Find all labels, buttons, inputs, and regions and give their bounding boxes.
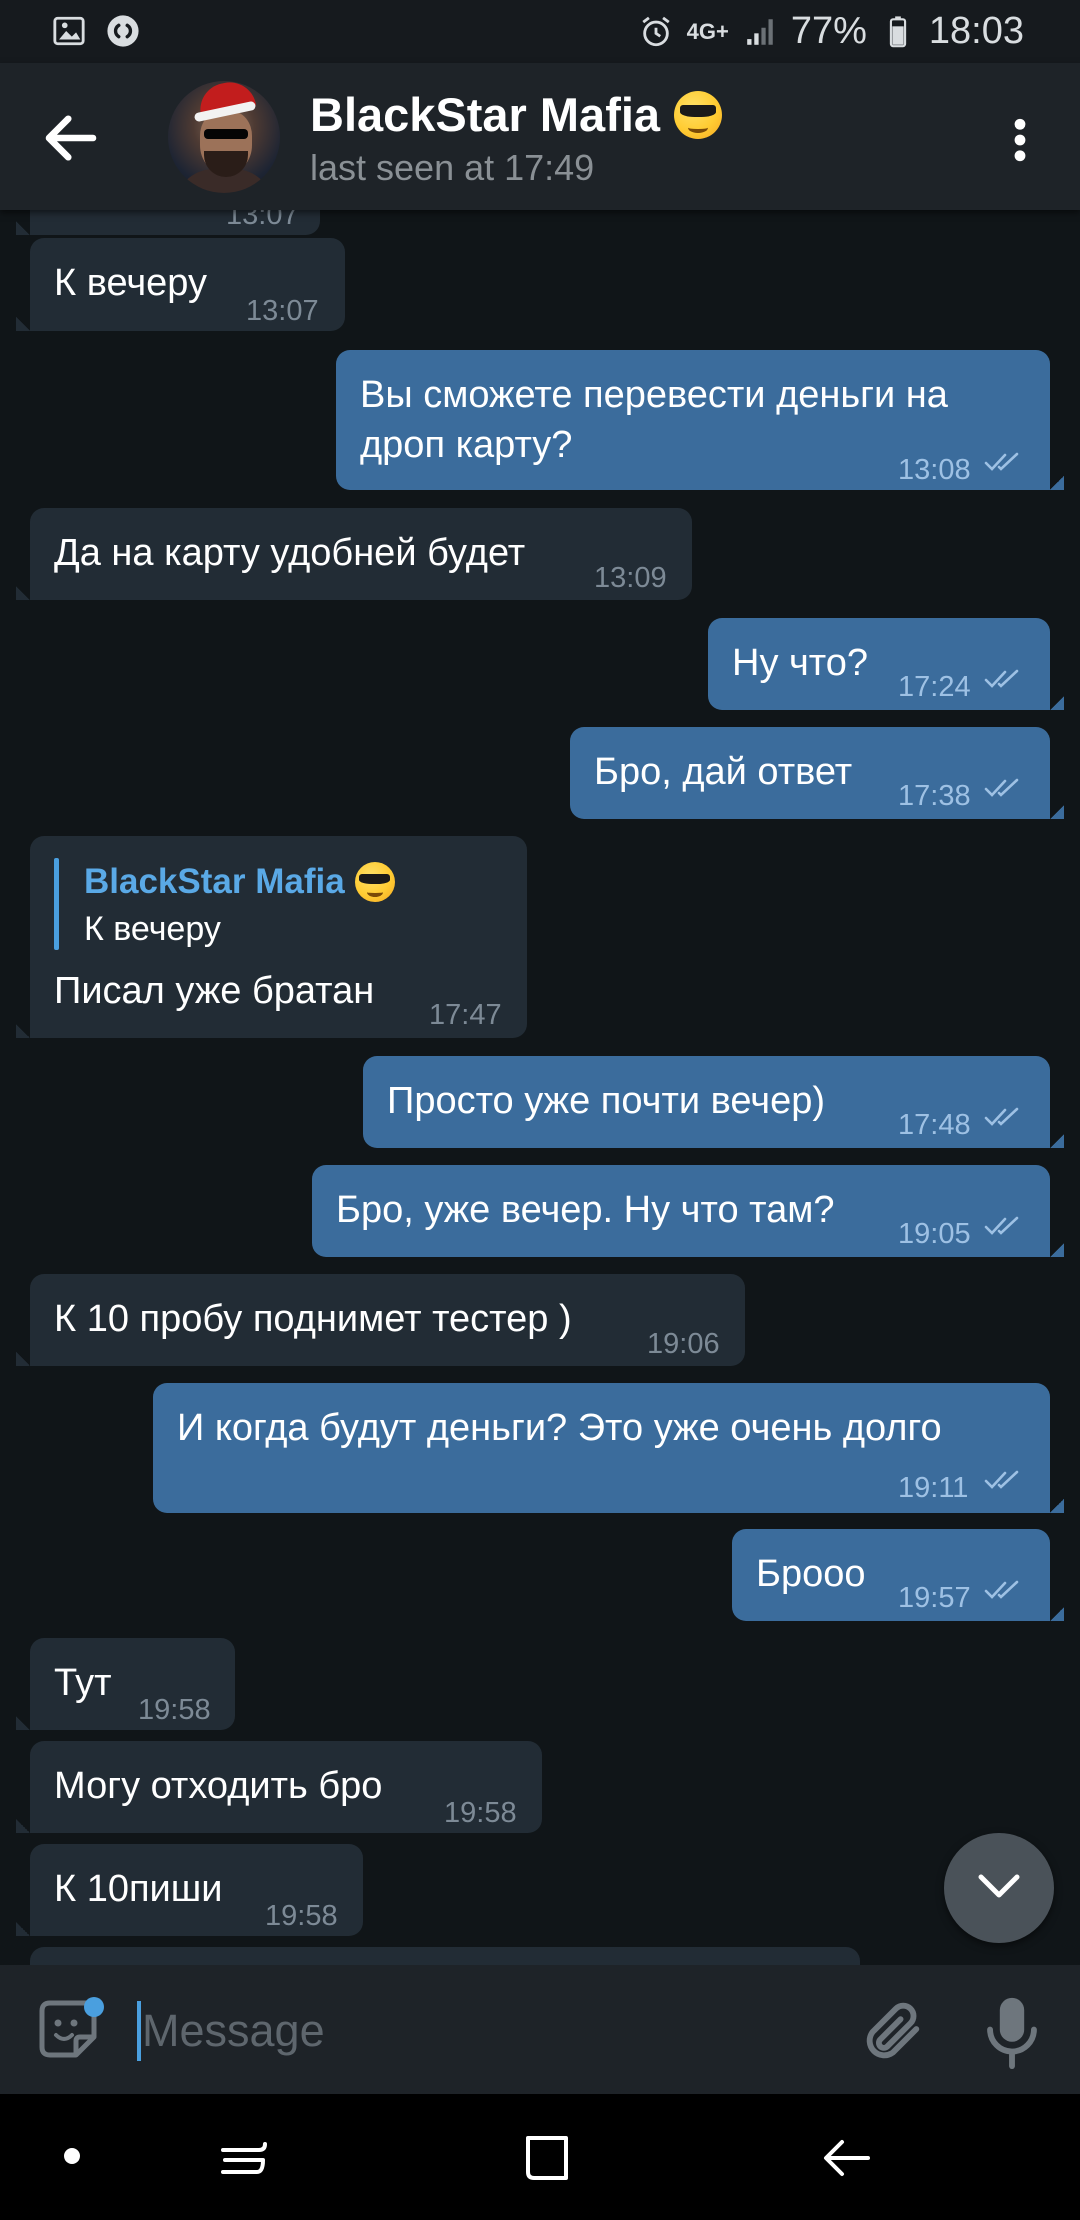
message-outgoing[interactable]: Брооо 19:57: [732, 1529, 1064, 1621]
message-time: 19:06: [647, 1328, 720, 1360]
chat-title[interactable]: BlackStar Mafia: [310, 87, 723, 142]
reply-author: BlackStar Mafia: [84, 856, 395, 907]
message-text: Вы сможете перевести деньги на: [360, 374, 948, 416]
microphone-icon[interactable]: [982, 1993, 1042, 2071]
message-outgoing[interactable]: Ну что? 17:24: [708, 618, 1064, 710]
scroll-down-button[interactable]: [944, 1833, 1054, 1943]
chevron-down-icon: [978, 1874, 1020, 1898]
message-time: 13:09: [594, 562, 667, 594]
message-text: Брооо: [756, 1553, 866, 1595]
message-incoming[interactable]: [30, 1947, 860, 1965]
contact-name: BlackStar Mafia: [310, 88, 661, 141]
message-incoming[interactable]: Могу отходить бро 19:58: [16, 1741, 542, 1833]
message-time: 13:07: [246, 295, 319, 327]
read-ticks-icon: [984, 1107, 1019, 1126]
nav-dot-icon[interactable]: [64, 2148, 80, 2164]
message-outgoing[interactable]: Бро, уже вечер. Ну что там? 19:05: [312, 1165, 1064, 1257]
message-text: Тут: [54, 1662, 112, 1704]
message-list[interactable]: 13:07 К вечеру 13:07 Вы сможете перевест…: [0, 210, 1080, 1965]
read-ticks-icon: [984, 1470, 1019, 1489]
message-text: дроп карту?: [360, 424, 573, 466]
message-incoming[interactable]: К 10 пробу поднимет тестер ) 19:06: [16, 1274, 745, 1366]
message-text: К 10пиши: [54, 1868, 223, 1910]
message-time: 19:58: [444, 1797, 517, 1829]
system-navigation-bar: [0, 2094, 1080, 2220]
message-text: Могу отходить бро: [54, 1765, 383, 1807]
back-arrow-icon[interactable]: [38, 105, 104, 171]
message-incoming[interactable]: 13:07: [16, 210, 320, 235]
message-outgoing[interactable]: Бро, дай ответ 17:38: [570, 727, 1064, 819]
sunglasses-emoji: [354, 861, 395, 902]
message-incoming[interactable]: Да на карту удобней будет 13:09: [16, 508, 692, 600]
read-ticks-icon: [984, 1580, 1019, 1599]
message-time: 19:58: [138, 1694, 211, 1726]
status-bar: 4G+ 77% 18:03: [0, 0, 1080, 63]
message-time: 19:11: [898, 1472, 969, 1504]
message-incoming[interactable]: Тут 19:58: [16, 1638, 235, 1730]
message-time: 17:38: [898, 780, 971, 812]
message-text: Да на карту удобней будет: [54, 532, 526, 574]
message-text: И когда будут деньги? Это уже очень долг…: [177, 1407, 942, 1449]
reply-quote-bar: [54, 858, 59, 950]
message-outgoing[interactable]: И когда будут деньги? Это уже очень долг…: [153, 1383, 1064, 1513]
chat-header: BlackStar Mafia last seen at 17:49: [0, 63, 1080, 210]
alarm-icon: [642, 16, 670, 46]
message-text: К 10 пробу поднимет тестер ): [54, 1298, 572, 1340]
battery-icon: [889, 15, 907, 47]
message-time: 17:47: [429, 999, 502, 1031]
message-text: К вечеру: [54, 262, 207, 304]
signal-icon: [747, 18, 773, 45]
recent-apps-icon[interactable]: [215, 2130, 271, 2186]
message-composer: [0, 1965, 1080, 2094]
message-time: 17:48: [898, 1109, 971, 1141]
message-text: Бро, дай ответ: [594, 751, 853, 793]
network-type: 4G+: [686, 18, 729, 44]
message-time: 17:24: [898, 671, 971, 703]
shazam-icon: [107, 15, 139, 47]
gallery-icon: [53, 16, 85, 46]
message-outgoing[interactable]: Вы сможете перевести деньги на дроп карт…: [336, 350, 1064, 490]
read-ticks-icon: [984, 1216, 1019, 1235]
message-incoming[interactable]: К вечеру 13:07: [16, 238, 345, 331]
home-icon[interactable]: [518, 2130, 574, 2186]
message-text: Ну что?: [732, 642, 869, 684]
read-ticks-icon: [984, 778, 1019, 797]
message-incoming[interactable]: К 10пиши 19:58: [16, 1844, 363, 1936]
message-time: 13:08: [898, 454, 971, 486]
sticker-icon[interactable]: [34, 1995, 110, 2071]
message-input[interactable]: [140, 1995, 844, 2067]
message-incoming-reply[interactable]: BlackStar Mafia К вечеру Писал уже брата…: [16, 836, 527, 1038]
last-seen-status: last seen at 17:49: [310, 147, 595, 188]
clock: 18:03: [928, 10, 1024, 52]
message-text: Писал уже братан: [54, 970, 375, 1012]
avatar[interactable]: [168, 81, 280, 193]
reply-text: К вечеру: [84, 910, 221, 948]
message-time: 19:57: [898, 1582, 971, 1614]
message-time: 13:07: [226, 210, 299, 231]
message-text: Просто уже почти вечер): [387, 1080, 826, 1122]
message-time: 19:05: [898, 1218, 971, 1250]
nav-back-icon[interactable]: [818, 2130, 874, 2186]
battery-percent: 77%: [790, 10, 867, 52]
read-ticks-icon: [984, 452, 1019, 471]
message-time: 19:58: [265, 1900, 338, 1932]
attach-icon[interactable]: [858, 1993, 928, 2071]
more-vert-icon[interactable]: [1000, 113, 1040, 167]
message-outgoing[interactable]: Просто уже почти вечер) 17:48: [363, 1056, 1064, 1148]
read-ticks-icon: [984, 669, 1019, 688]
sunglasses-emoji: [674, 90, 723, 139]
message-text: Бро, уже вечер. Ну что там?: [336, 1189, 835, 1231]
